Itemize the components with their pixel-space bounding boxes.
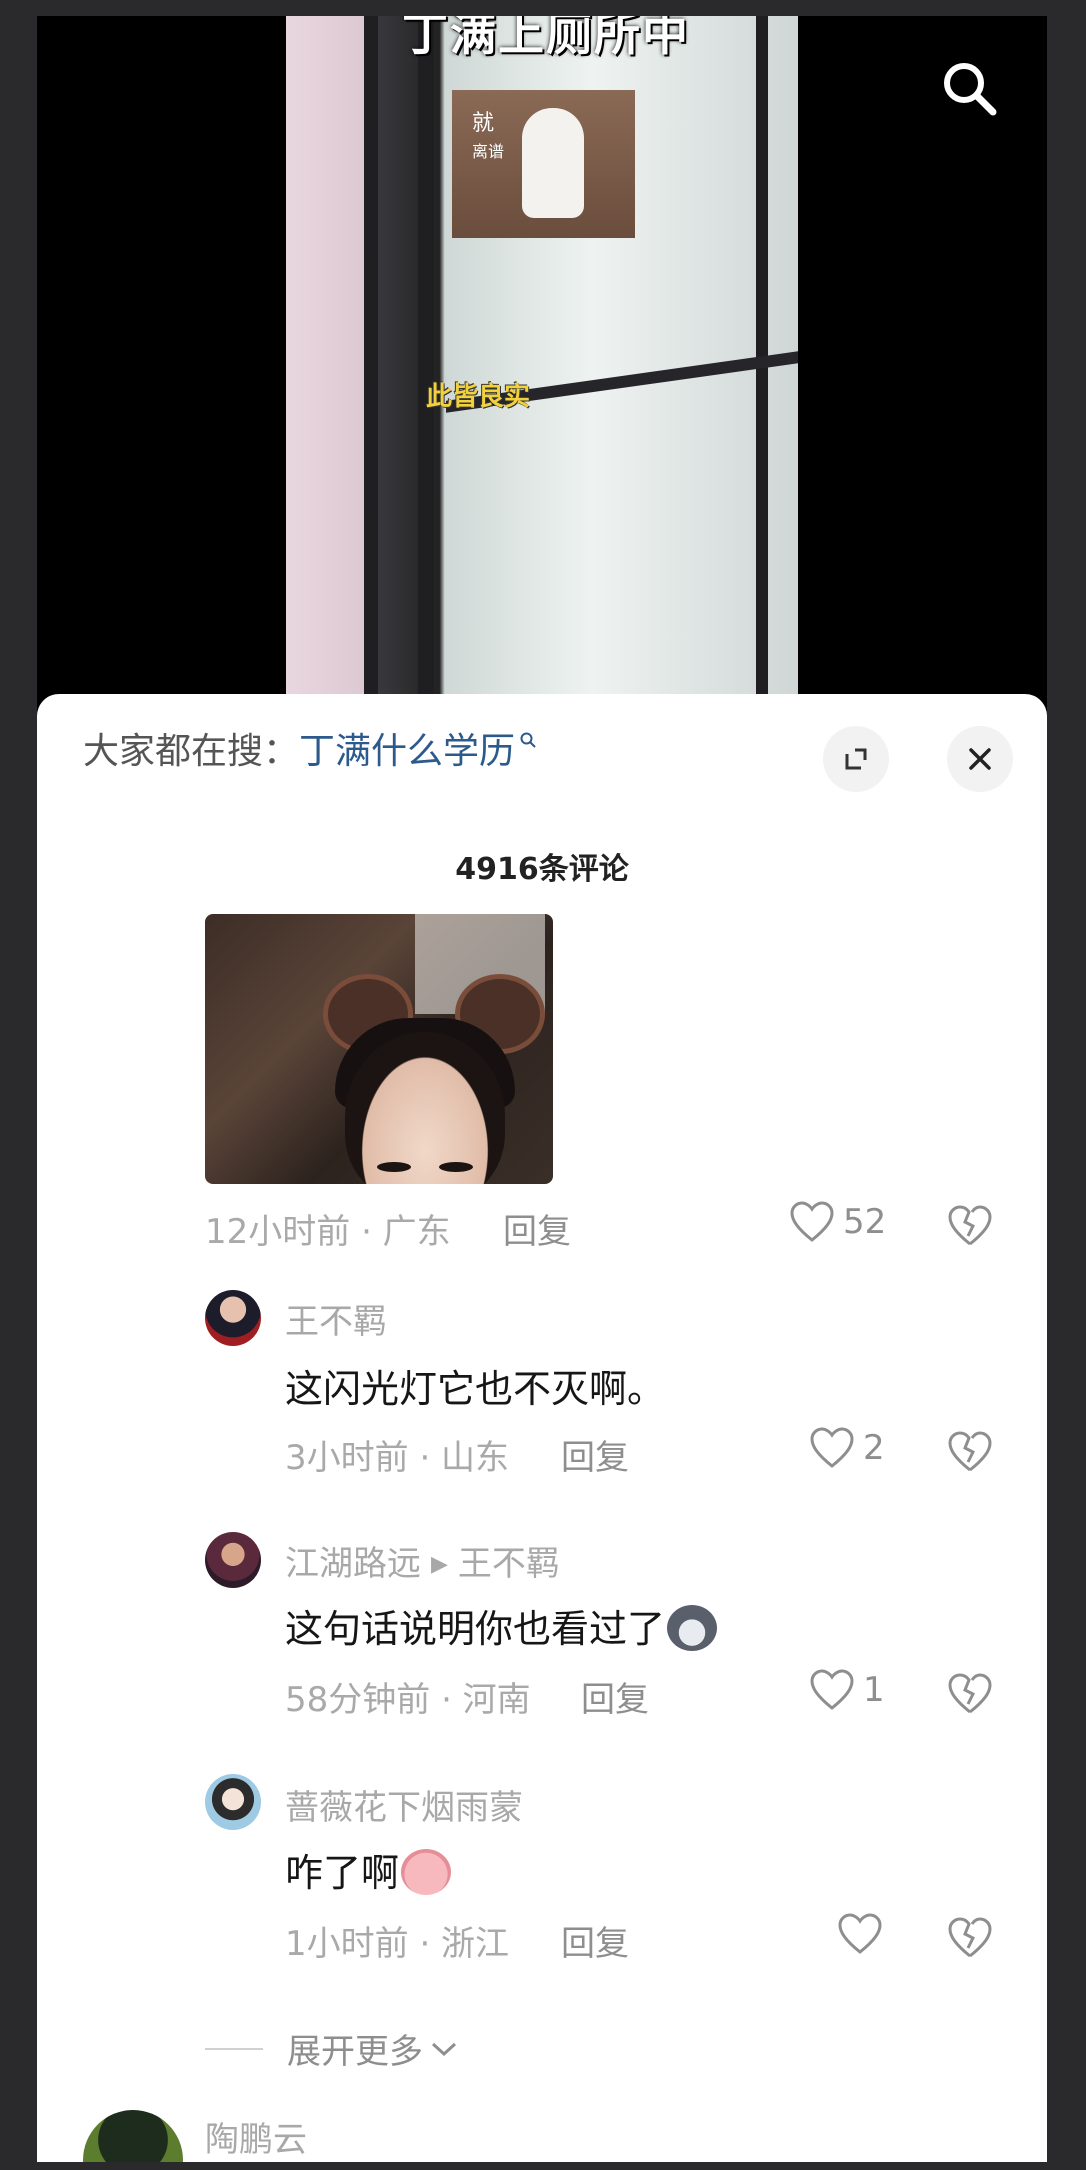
comments-sheet: 大家都在搜： 丁满什么学历 4916条评论 12小时前 · 广东 回复 52 王… <box>37 694 1047 2162</box>
expand-more-label: 展开更多 <box>287 2032 423 2072</box>
door-frame <box>364 16 378 706</box>
close-icon <box>969 748 991 770</box>
username[interactable]: 王不羁 <box>285 1294 387 1343</box>
video-subtitle: 此皆良实 <box>426 382 531 412</box>
reply-button[interactable]: 回复 <box>561 1916 629 1965</box>
reply-to-user[interactable]: 王不羁 <box>458 1544 560 1584</box>
comment-meta: 12小时前 · 广东 <box>205 1212 451 1252</box>
like-button[interactable]: 52 <box>789 1200 886 1244</box>
comment-meta: 3小时前 · 山东 <box>285 1438 510 1478</box>
chevron-down-icon <box>431 2042 457 2056</box>
heart-icon <box>790 1201 834 1242</box>
video-title: 丁满上厕所中 <box>402 16 690 61</box>
meme-text: 就 <box>472 111 495 136</box>
heart-icon <box>810 1669 854 1710</box>
reply-button[interactable]: 回复 <box>581 1672 649 1721</box>
comment-meta: 58分钟前 · 河南 <box>285 1680 531 1720</box>
like-button[interactable] <box>837 1912 891 1956</box>
username[interactable]: 江湖路远 ▶ 王不羁 <box>285 1536 560 1585</box>
avatar[interactable] <box>205 1532 261 1588</box>
comment-photo[interactable] <box>205 914 553 1184</box>
expand-sheet-button[interactable] <box>823 726 889 792</box>
dislike-icon[interactable] <box>947 1670 993 1716</box>
comment-meta: 1小时前 · 浙江 <box>285 1924 510 1964</box>
hot-search-bar[interactable]: 大家都在搜： 丁满什么学历 <box>83 722 537 774</box>
username-text: 江湖路远 <box>285 1544 421 1584</box>
heart-icon <box>838 1913 882 1954</box>
reply-arrow-icon: ▶ <box>431 1552 448 1577</box>
username[interactable]: 陶鹏云 <box>205 2112 307 2161</box>
like-button[interactable]: 2 <box>809 1426 885 1470</box>
heart-icon <box>810 1427 854 1468</box>
search-icon[interactable] <box>937 56 1001 120</box>
comment-text: 这闪光灯它也不灭啊。 <box>285 1367 666 1411</box>
like-count: 2 <box>863 1428 885 1468</box>
like-count: 52 <box>843 1202 887 1242</box>
dislike-icon[interactable] <box>947 1428 993 1474</box>
comment-count: 4916条评论 <box>455 852 629 887</box>
like-button[interactable]: 1 <box>809 1668 885 1712</box>
close-button[interactable] <box>947 726 1013 792</box>
divider <box>205 2047 263 2050</box>
dislike-icon[interactable] <box>947 1202 993 1248</box>
expand-more-button[interactable]: 展开更多 <box>205 2024 459 2073</box>
pig-emoji-icon <box>401 1848 452 1895</box>
hot-search-query[interactable]: 丁满什么学历 <box>299 722 515 774</box>
like-count: 1 <box>863 1670 885 1710</box>
comment-text: 咋了啊 <box>285 1842 452 1899</box>
avatar[interactable] <box>205 1290 261 1346</box>
comment-text: 这句话说明你也看过了 <box>285 1598 718 1655</box>
dislike-icon[interactable] <box>947 1914 993 1960</box>
dog-image <box>522 108 584 218</box>
reply-button[interactable]: 回复 <box>503 1204 571 1253</box>
expand-icon <box>845 748 867 770</box>
avatar[interactable] <box>205 1774 261 1830</box>
husky-emoji-icon <box>667 1604 718 1651</box>
reply-button[interactable]: 回复 <box>561 1430 629 1479</box>
video-player[interactable]: 丁满上厕所中 就 离谱 此皆良实 <box>286 16 798 706</box>
meme-subtext: 离谱 <box>472 142 505 161</box>
door-frame <box>418 16 434 706</box>
avatar[interactable] <box>83 2110 183 2162</box>
app-screen: 丁满上厕所中 就 离谱 此皆良实 大家都在搜： 丁满什么学历 4916条评论 1… <box>37 16 1047 2162</box>
hot-search-label: 大家都在搜： <box>83 731 300 772</box>
search-small-icon <box>520 732 536 748</box>
username[interactable]: 蔷薇花下烟雨蒙 <box>285 1780 523 1829</box>
meme-sticker: 就 离谱 <box>452 90 635 238</box>
